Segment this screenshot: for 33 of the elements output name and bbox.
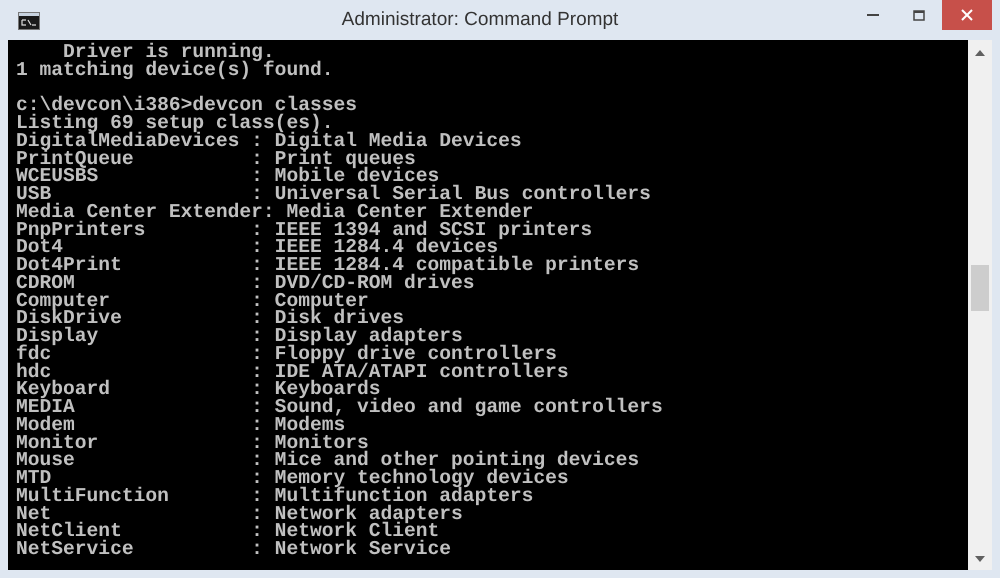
console-line: USB : Universal Serial Bus controllers xyxy=(16,186,651,204)
console-line: CDROM : DVD/CD-ROM drives xyxy=(16,274,475,292)
window-title: Administrator: Command Prompt xyxy=(342,8,618,32)
close-icon xyxy=(961,9,973,21)
console-line: Display : Display adapters xyxy=(16,328,463,346)
console-line: Dot4Print : IEEE 1284.4 compatible printers xyxy=(16,257,640,275)
console-line: MTD : Memory technology devices xyxy=(16,470,569,488)
console-line: Dot4 : IEEE 1284.4 devices xyxy=(16,239,498,257)
scroll-down-icon[interactable] xyxy=(975,556,985,562)
console-line: Computer : Computer xyxy=(16,292,369,310)
console-line: Media Center Extender: Media Center Extender xyxy=(16,204,534,222)
console-line: MEDIA : Sound, video and game controllers xyxy=(16,399,663,417)
scrollbar[interactable] xyxy=(968,40,992,570)
console-line: Modem : Modems xyxy=(16,416,346,434)
scroll-thumb[interactable] xyxy=(971,265,989,311)
console-app-icon[interactable] xyxy=(18,12,40,30)
minimize-icon xyxy=(867,14,879,16)
console-line: fdc : Floppy drive controllers xyxy=(16,346,557,364)
console-line: DiskDrive : Disk drives xyxy=(16,310,404,328)
console-line: 1 matching device(s) found. xyxy=(16,62,334,80)
console-line: Listing 69 setup class(es). xyxy=(16,115,334,133)
console-line: Driver is running. xyxy=(63,44,275,62)
close-button[interactable] xyxy=(942,0,992,30)
console-line: NetService : Network Service xyxy=(16,541,452,559)
console-line: c:\devcon\i386>devcon classes xyxy=(16,97,357,115)
console-line: DigitalMediaDevices : Digital Media Devices xyxy=(16,132,522,150)
console-line: MultiFunction : Multifunction adapters xyxy=(16,488,534,506)
console-line: NetClient : Network Client xyxy=(16,523,440,541)
console-line: Mouse : Mice and other pointing devices xyxy=(16,452,640,470)
console-line: WCEUSBS : Mobile devices xyxy=(16,168,440,186)
console-line: Keyboard : Keyboards xyxy=(16,381,381,399)
maximize-icon xyxy=(913,10,925,20)
scroll-up-icon[interactable] xyxy=(975,50,985,56)
